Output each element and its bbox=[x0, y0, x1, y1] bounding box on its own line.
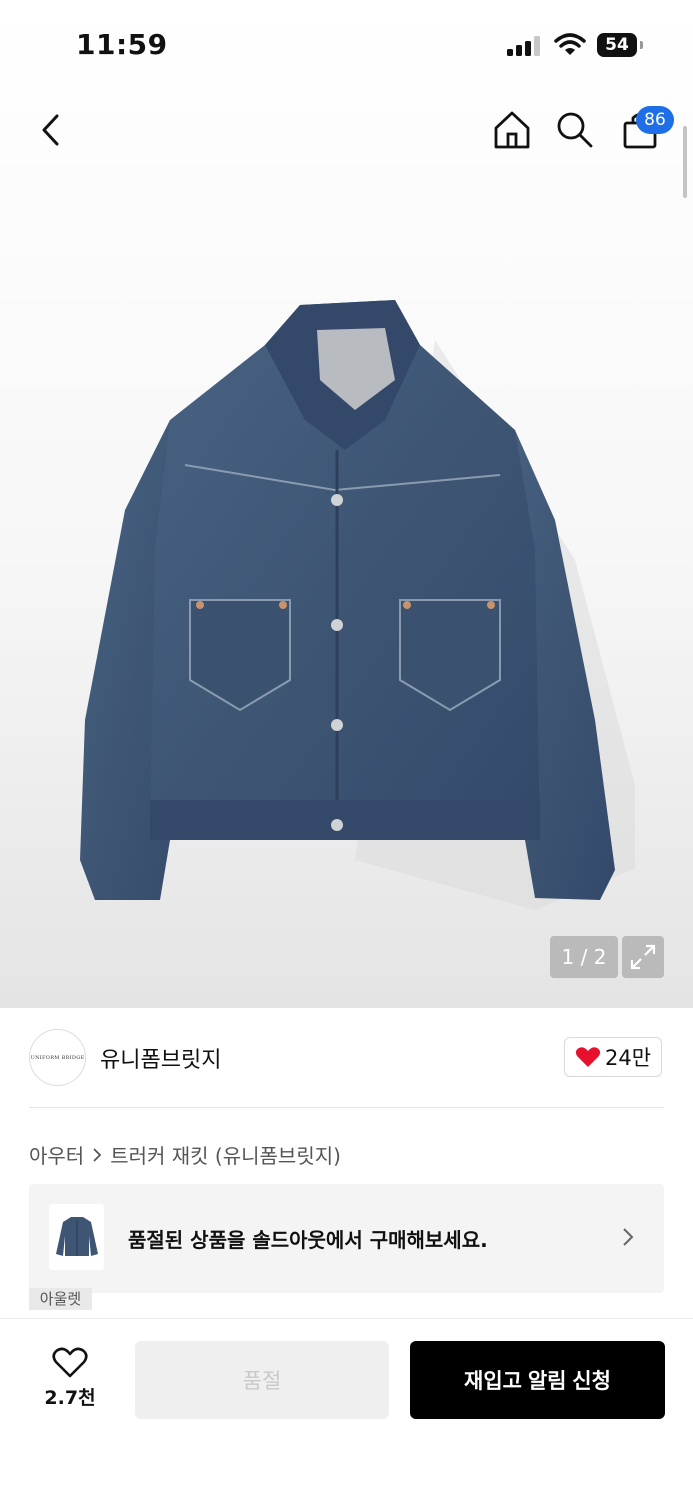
scroll-indicator[interactable] bbox=[683, 126, 687, 198]
bottom-action-bar: 2.7천 품절 재입고 알림 신청 bbox=[0, 1318, 693, 1501]
expand-icon bbox=[630, 944, 656, 970]
wifi-icon bbox=[554, 33, 586, 55]
chevron-right-icon bbox=[93, 1147, 102, 1162]
back-button[interactable] bbox=[30, 108, 70, 152]
outlet-tag: 아울렛 bbox=[29, 1288, 92, 1310]
soldout-banner[interactable]: 품절된 상품을 솔드아웃에서 구매해보세요. bbox=[29, 1184, 664, 1293]
heart-outline-icon bbox=[52, 1347, 88, 1378]
breadcrumb: 아우터 트러커 재킷 (유니폼브릿지) bbox=[29, 1140, 341, 1169]
wishlist-count: 2.7천 bbox=[44, 1387, 96, 1409]
status-time: 11:59 bbox=[76, 28, 168, 61]
divider bbox=[29, 1107, 664, 1108]
breadcrumb-product[interactable]: 트러커 재킷 (유니폼브릿지) bbox=[110, 1140, 341, 1169]
jacket-thumbnail-image bbox=[55, 1217, 98, 1256]
search-icon bbox=[557, 112, 593, 148]
cart-count-badge: 86 bbox=[636, 106, 674, 134]
image-counter: 1 / 2 bbox=[550, 936, 618, 978]
battery-icon: 54 bbox=[597, 33, 637, 57]
wishlist-button[interactable]: 2.7천 bbox=[30, 1347, 110, 1417]
chevron-left-icon bbox=[42, 114, 59, 146]
brand-logo-text: UNIFORM BRIDGE bbox=[30, 1054, 85, 1061]
brand-logo[interactable]: UNIFORM BRIDGE bbox=[29, 1029, 86, 1086]
breadcrumb-category[interactable]: 아우터 bbox=[29, 1140, 84, 1169]
brand-name[interactable]: 유니폼브릿지 bbox=[100, 1042, 221, 1074]
banner-text: 품절된 상품을 솔드아웃에서 구매해보세요. bbox=[128, 1228, 488, 1252]
search-button[interactable] bbox=[553, 108, 597, 152]
expand-image-button[interactable] bbox=[622, 936, 664, 978]
heart-filled-icon bbox=[575, 1047, 601, 1067]
banner-thumbnail bbox=[49, 1204, 104, 1270]
home-icon bbox=[494, 111, 530, 149]
product-image-jacket bbox=[80, 300, 635, 910]
restock-alert-button[interactable]: 재입고 알림 신청 bbox=[410, 1341, 665, 1419]
soldout-button[interactable]: 품절 bbox=[135, 1341, 389, 1419]
cellular-signal-icon bbox=[507, 36, 541, 56]
battery-cap bbox=[640, 41, 643, 49]
brand-like-button[interactable]: 24만 bbox=[564, 1037, 662, 1077]
home-button[interactable] bbox=[490, 108, 534, 152]
chevron-right-icon bbox=[623, 1228, 634, 1246]
brand-like-count: 24만 bbox=[604, 1046, 652, 1070]
